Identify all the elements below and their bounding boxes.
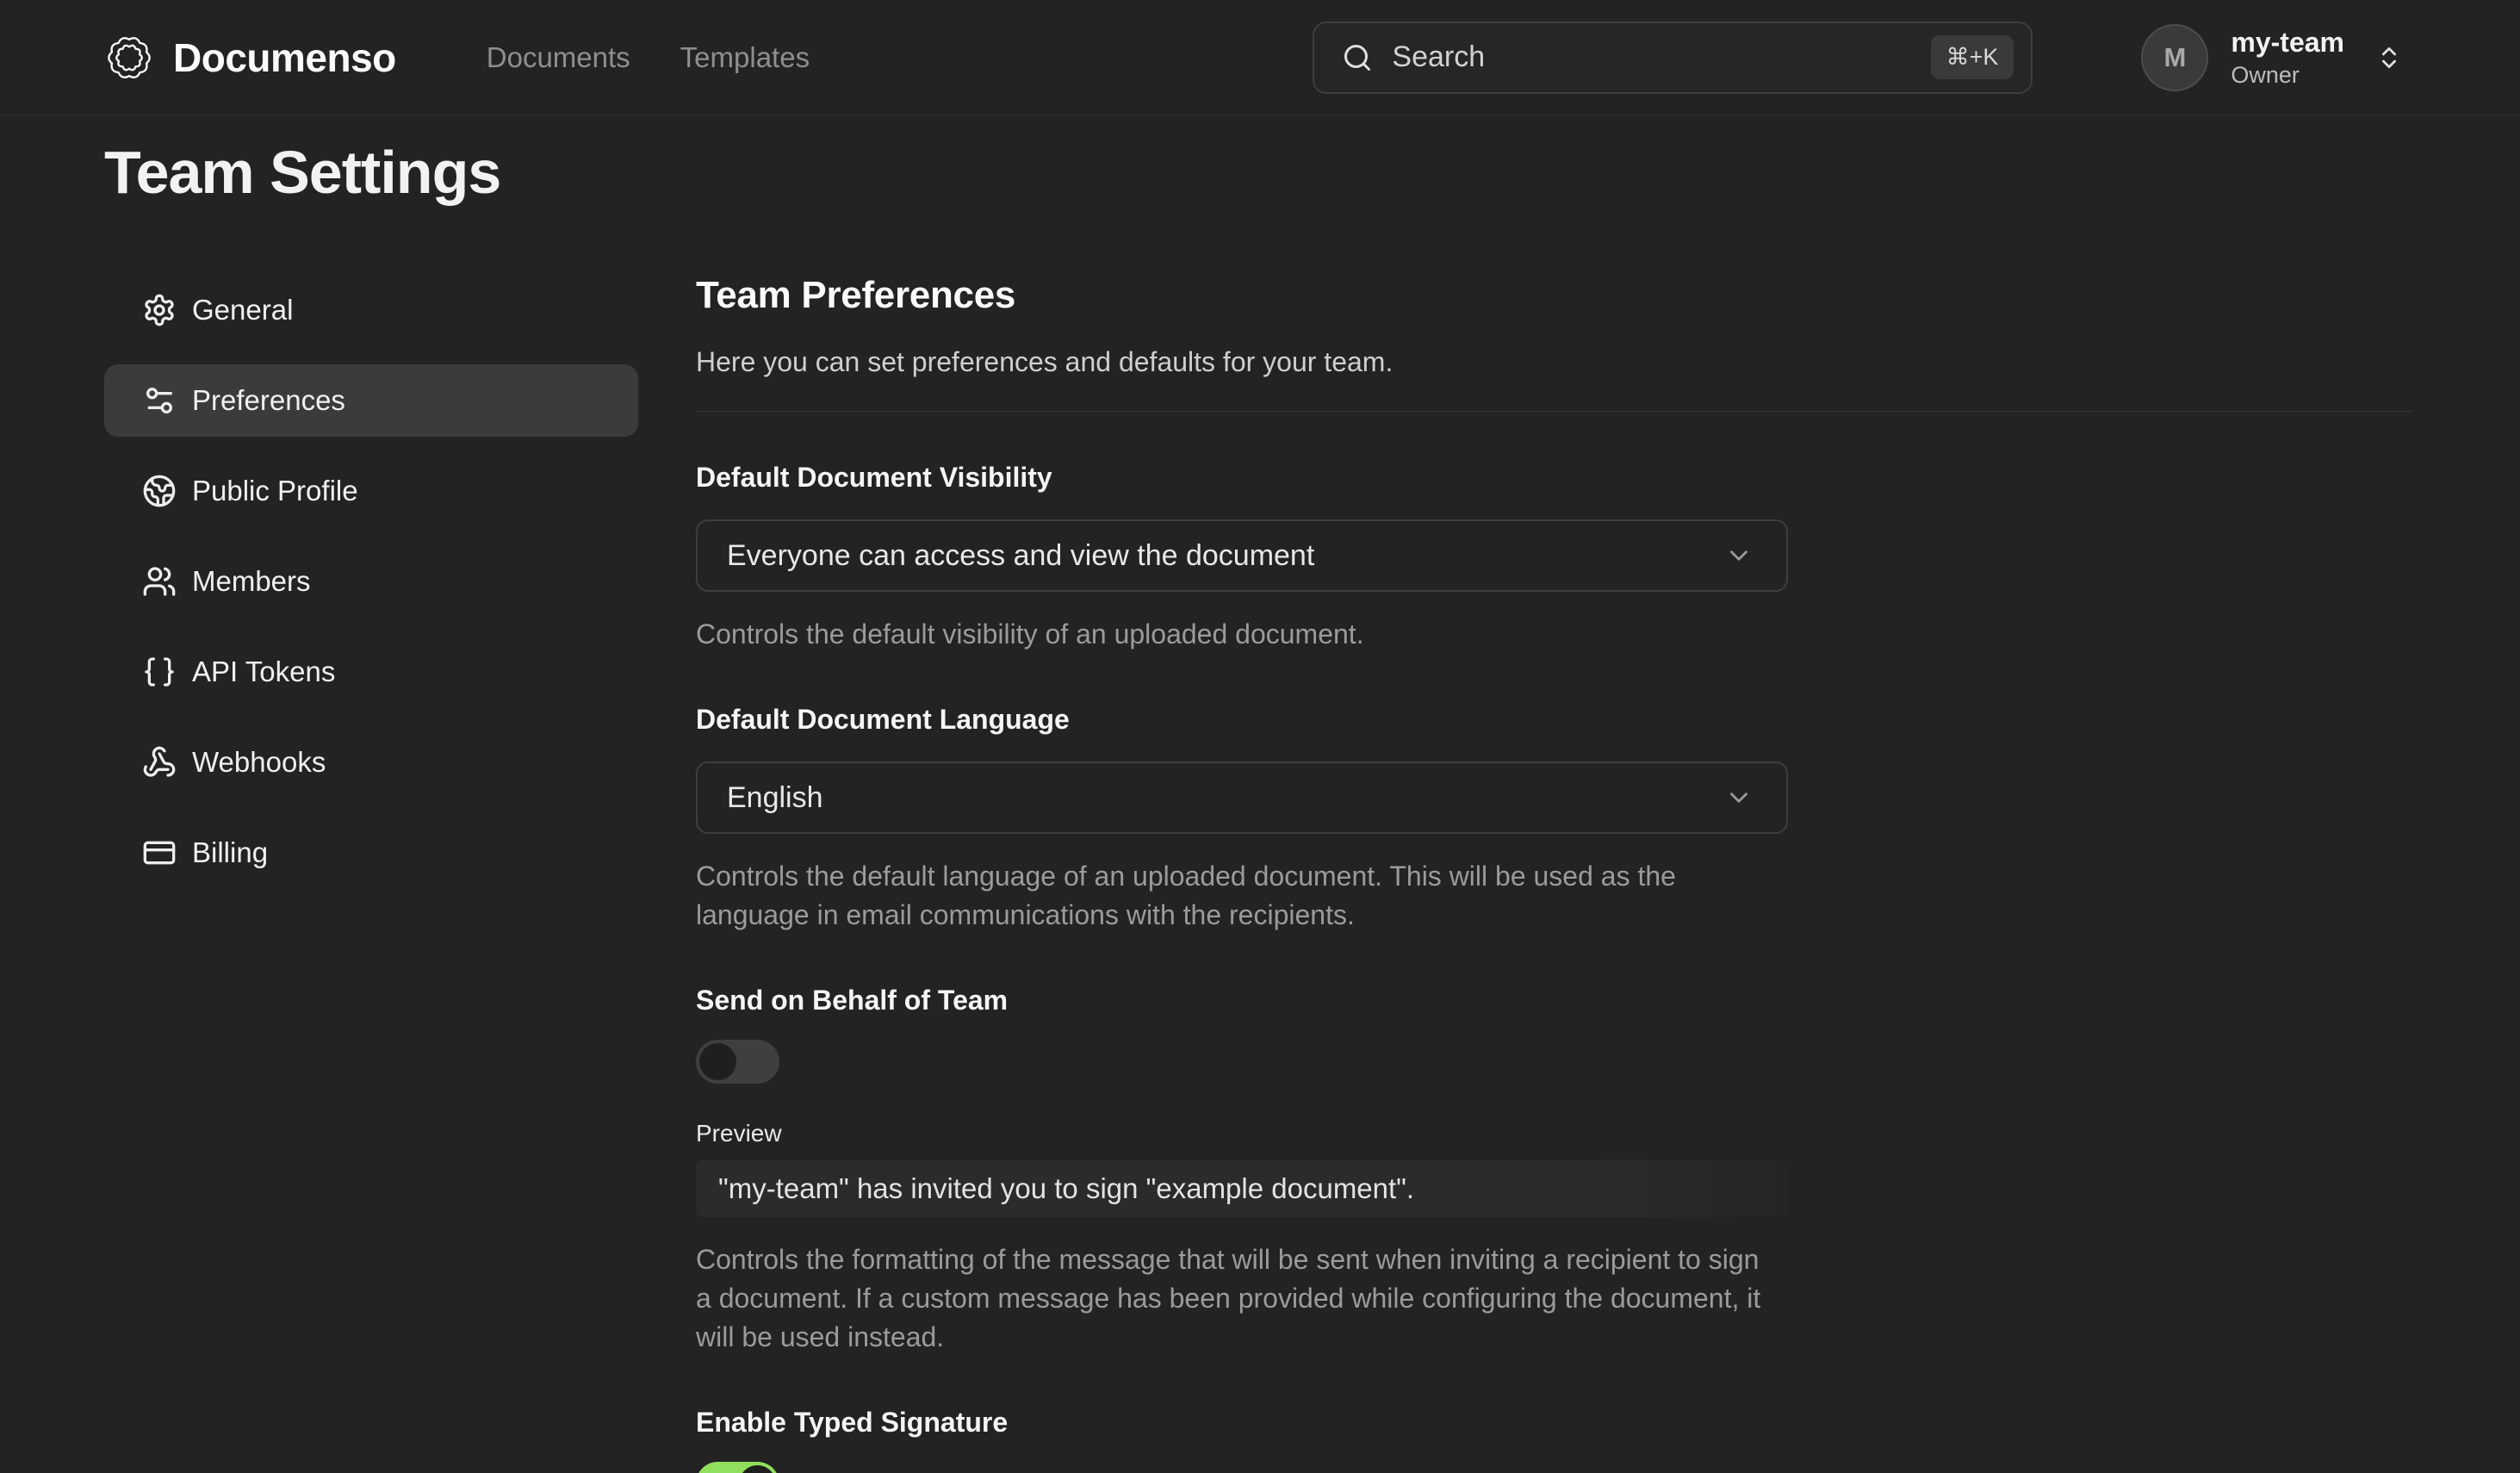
nav-link-templates[interactable]: Templates xyxy=(680,41,810,74)
page-title: Team Settings xyxy=(104,138,2520,207)
field-label: Send on Behalf of Team xyxy=(696,985,2411,1016)
avatar: M xyxy=(2141,24,2208,91)
section-divider xyxy=(696,411,2411,412)
brand-name: Documenso xyxy=(173,34,396,81)
sliders-icon xyxy=(142,383,177,418)
sidebar-item-label: Preferences xyxy=(192,384,345,417)
sidebar-item-label: Public Profile xyxy=(192,475,358,507)
sidebar-item-billing[interactable]: Billing xyxy=(104,817,638,889)
field-enable-typed-signature: Enable Typed Signature xyxy=(696,1407,2411,1473)
settings-sidebar: General Preferences Public Profile Membe… xyxy=(104,274,638,1473)
sidebar-item-label: Webhooks xyxy=(192,746,326,779)
section-description: Here you can set preferences and default… xyxy=(696,346,2411,378)
field-label: Enable Typed Signature xyxy=(696,1407,2411,1439)
content: General Preferences Public Profile Membe… xyxy=(104,274,2520,1473)
team-switcher[interactable]: M my-team Owner xyxy=(2141,24,2403,91)
preview-text: "my-team" has invited you to sign "examp… xyxy=(718,1172,1414,1205)
braces-icon xyxy=(142,655,177,689)
search-shortcut-badge: ⌘+K xyxy=(1931,35,2014,79)
credit-card-icon xyxy=(142,836,177,870)
field-help: Controls the default visibility of an up… xyxy=(696,615,1781,654)
team-name: my-team xyxy=(2231,27,2344,59)
sidebar-item-preferences[interactable]: Preferences xyxy=(104,364,638,437)
top-navigation: Documenso Documents Templates ⌘+K M my-t… xyxy=(0,0,2520,115)
chevron-down-icon xyxy=(1724,541,1753,570)
sidebar-item-label: Billing xyxy=(192,836,268,869)
visibility-select[interactable]: Everyone can access and view the documen… xyxy=(696,519,1788,592)
webhook-icon xyxy=(142,745,177,780)
sidebar-item-api-tokens[interactable]: API Tokens xyxy=(104,636,638,708)
sidebar-item-public-profile[interactable]: Public Profile xyxy=(104,455,638,527)
users-icon xyxy=(142,564,177,599)
language-select-value: English xyxy=(727,781,1724,815)
section-heading: Team Preferences xyxy=(696,274,2411,317)
field-help: Controls the formatting of the message t… xyxy=(696,1240,1781,1357)
team-role: Owner xyxy=(2231,62,2344,89)
gear-icon xyxy=(142,293,177,327)
field-label: Default Document Visibility xyxy=(696,462,2411,494)
field-default-document-language: Default Document Language English Contro… xyxy=(696,704,2411,935)
search-input[interactable] xyxy=(1392,40,1930,74)
sidebar-item-webhooks[interactable]: Webhooks xyxy=(104,726,638,799)
field-default-document-visibility: Default Document Visibility Everyone can… xyxy=(696,462,2411,654)
sidebar-item-label: API Tokens xyxy=(192,656,335,688)
visibility-select-value: Everyone can access and view the documen… xyxy=(727,539,1724,573)
nav-link-documents[interactable]: Documents xyxy=(487,41,630,74)
documenso-logo-icon xyxy=(104,33,154,83)
team-meta: my-team Owner xyxy=(2231,27,2344,89)
search-bar[interactable]: ⌘+K xyxy=(1313,22,2033,94)
sidebar-item-label: Members xyxy=(192,565,311,598)
chevrons-up-down-icon xyxy=(2375,44,2403,71)
documenso-brand[interactable]: Documenso xyxy=(104,33,396,83)
field-help: Controls the default language of an uplo… xyxy=(696,857,1781,935)
sidebar-item-general[interactable]: General xyxy=(104,274,638,346)
preview-label: Preview xyxy=(696,1120,2411,1147)
sidebar-item-members[interactable]: Members xyxy=(104,545,638,618)
field-label: Default Document Language xyxy=(696,704,2411,736)
preview-box: "my-team" has invited you to sign "examp… xyxy=(696,1159,1788,1217)
typed-signature-toggle[interactable] xyxy=(696,1462,779,1473)
chevron-down-icon xyxy=(1724,783,1753,812)
search-icon xyxy=(1342,42,1373,73)
field-send-on-behalf: Send on Behalf of Team Preview "my-team"… xyxy=(696,985,2411,1357)
globe-icon xyxy=(142,474,177,508)
preferences-panel: Team Preferences Here you can set prefer… xyxy=(696,274,2411,1473)
sidebar-item-label: General xyxy=(192,294,293,326)
language-select[interactable]: English xyxy=(696,761,1788,834)
primary-nav: Documents Templates xyxy=(487,41,810,74)
send-on-behalf-toggle[interactable] xyxy=(696,1040,779,1084)
